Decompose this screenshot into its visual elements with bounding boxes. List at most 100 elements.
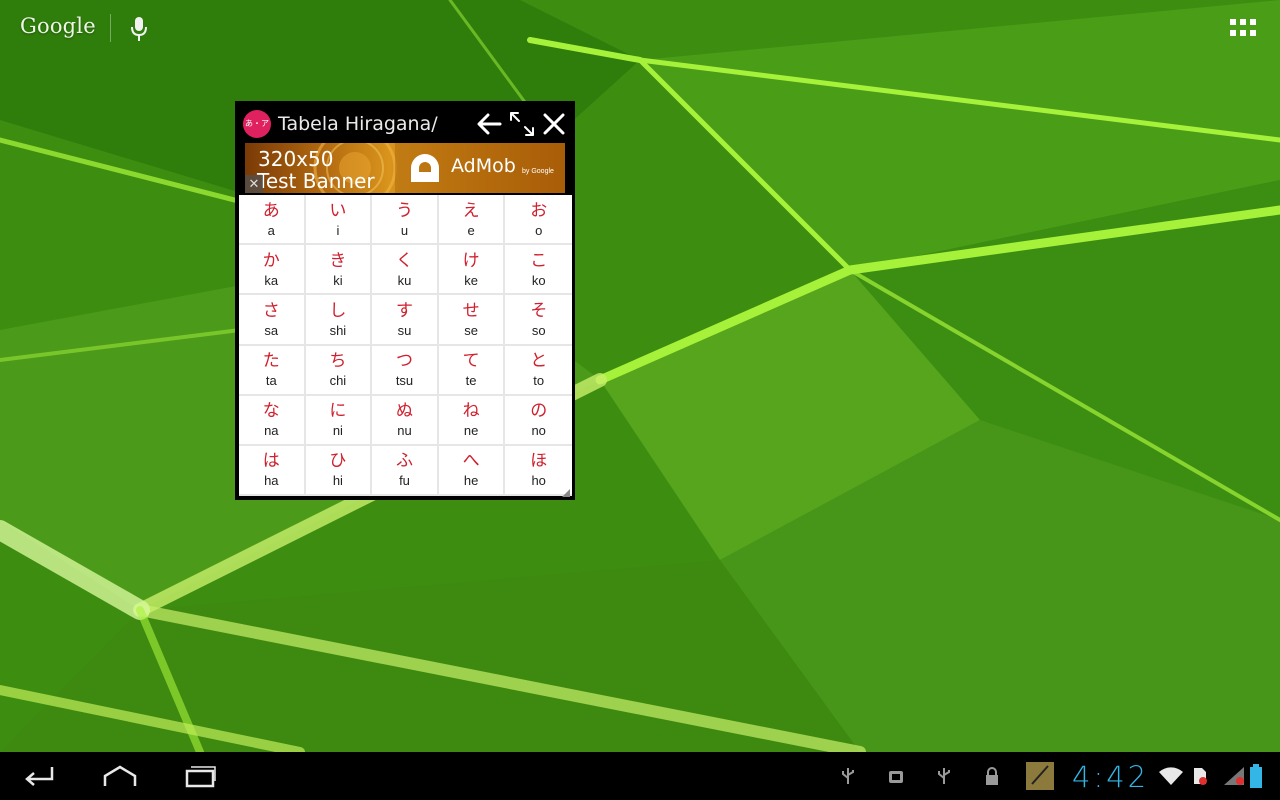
lock-icon[interactable] [982,766,1002,786]
ad-banner[interactable]: 320x50 Test Banner ✕ AdMob by Google [245,143,565,193]
kana-character: そ [530,300,548,321]
kana-cell[interactable]: そ so [505,295,572,346]
kana-cell[interactable]: き ki [305,245,373,296]
hiragana-table: あ a い i う u え e お o か ka き ki く ku け ke こ ko さ sa し shi す su せ se そ s… [239,195,572,496]
window-title-bar[interactable]: あ・ア Tabela Hiragana/ [237,103,573,143]
app-icon: あ・ア [243,110,271,138]
kana-cell[interactable]: く ku [372,245,439,296]
kana-cell[interactable]: さ sa [239,295,306,346]
kana-romaji: hi [332,473,343,489]
nav-back-icon[interactable] [22,764,56,788]
nav-home-icon[interactable] [102,764,138,788]
kana-romaji: ni [332,423,343,439]
kana-romaji: ke [464,272,478,288]
kana-cell[interactable]: に ni [305,395,373,446]
kana-romaji: su [397,322,412,338]
kana-character: け [462,250,480,271]
kana-character: さ [262,300,280,321]
floating-window[interactable]: あ・ア Tabela Hiragana/ 320x50 Test Banner … [235,101,575,500]
android-debug-icon[interactable] [886,766,906,786]
kana-romaji: i [336,222,340,238]
kana-cell[interactable]: の no [505,395,572,446]
kana-cell[interactable]: ふ fu [372,445,439,496]
expand-icon[interactable] [509,111,535,137]
usb-icon[interactable] [934,766,954,786]
google-search-bar[interactable]: Google [0,0,200,56]
kana-character: ね [462,401,480,422]
kana-cell[interactable]: ち chi [305,345,373,396]
sim-icon[interactable] [1190,766,1210,786]
kana-cell[interactable]: うu [372,195,439,246]
kana-cell[interactable]: す su [372,295,439,346]
kana-cell[interactable]: こ ko [505,245,572,296]
kana-character: い [329,200,347,221]
kana-romaji: sa [264,322,279,338]
kana-cell[interactable]: た ta [239,345,306,396]
kana-character: き [329,250,347,271]
kana-cell[interactable]: へ he [438,445,506,496]
kana-character: こ [530,250,548,271]
kana-cell[interactable]: は ha [239,445,306,496]
kana-character: に [329,401,347,422]
kana-romaji: a [267,222,275,238]
kana-character: た [262,351,280,372]
kana-cell[interactable]: て te [438,345,506,396]
kana-cell[interactable]: し shi [305,295,373,346]
all-apps-icon[interactable] [1230,19,1258,37]
signal-icon[interactable] [1222,766,1246,786]
kana-romaji: chi [329,373,347,389]
kana-character: か [262,250,280,271]
usb-icon[interactable] [838,766,858,786]
kana-character: と [530,351,548,372]
ad-subheadline: Test Banner [257,169,375,193]
kana-character: ふ [395,451,413,472]
kana-cell[interactable]: おo [505,195,572,246]
kana-cell[interactable]: と to [505,345,572,396]
kana-cell[interactable]: か ka [239,245,306,296]
kana-cell[interactable]: ひ hi [305,445,373,496]
kana-romaji: ho [531,473,546,489]
ad-close-button[interactable]: ✕ [245,175,263,193]
kana-romaji: he [463,473,479,489]
kana-romaji: ki [333,272,343,288]
kana-cell[interactable]: ね ne [438,395,506,446]
kana-character: は [262,451,280,472]
kana-romaji: to [533,373,545,389]
kana-romaji: te [465,373,477,389]
kana-romaji: na [264,423,279,439]
kana-character: せ [462,300,480,321]
kana-cell[interactable]: いi [305,195,373,246]
kana-cell[interactable]: け ke [438,245,506,296]
arrow-left-icon[interactable] [476,111,502,137]
notes-icon[interactable] [1026,762,1054,790]
kana-cell[interactable]: えe [438,195,506,246]
kana-character: あ [262,200,280,221]
resize-handle-icon[interactable] [562,489,570,497]
ad-headline: 320x50 [258,147,334,171]
kana-cell[interactable]: あa [239,195,306,246]
wallpaper [0,0,1280,752]
kana-character: え [462,200,480,221]
nav-recent-apps-icon[interactable] [183,764,217,788]
google-logo[interactable]: Google [20,14,96,38]
wifi-icon[interactable] [1158,766,1184,786]
kana-character: お [530,200,548,221]
kana-romaji: nu [397,423,412,439]
kana-romaji: o [535,222,543,238]
kana-cell[interactable]: ぬ nu [372,395,439,446]
kana-cell[interactable]: せ se [438,295,506,346]
kana-romaji: tsu [395,373,414,389]
mic-icon[interactable] [130,16,148,42]
kana-romaji: shi [329,322,347,338]
kana-cell[interactable]: な na [239,395,306,446]
window-title: Tabela Hiragana/ [278,113,438,135]
kana-character: ひ [329,451,347,472]
status-clock[interactable]: 4:42 [1072,760,1149,794]
battery-icon[interactable] [1250,764,1262,788]
kana-romaji: ta [265,373,277,389]
kana-romaji: ka [264,272,279,288]
kana-cell[interactable]: つ tsu [372,345,439,396]
kana-character: な [262,401,280,422]
admob-by-google: by Google [522,168,554,175]
close-icon[interactable] [541,111,567,137]
